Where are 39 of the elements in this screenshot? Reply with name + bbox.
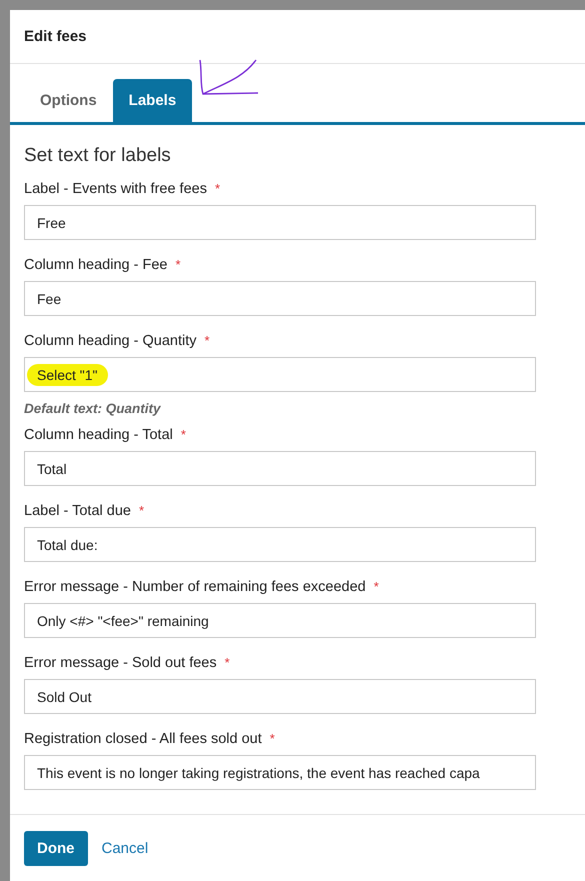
done-button[interactable]: Done	[24, 830, 88, 866]
required-marker: *	[214, 181, 220, 197]
field-value: Total	[37, 460, 67, 476]
field-label: Column heading - Quantity	[24, 333, 196, 349]
required-marker: *	[138, 503, 144, 519]
field-label: Registration closed - All fees sold out	[24, 731, 262, 747]
text-field[interactable]: Only <#> "<fee>" remaining	[24, 603, 536, 638]
text-field[interactable]: Total due:	[24, 527, 536, 562]
required-marker: *	[204, 333, 210, 349]
field-value: Sold Out	[37, 688, 92, 704]
field-label: Column heading - Fee	[24, 257, 168, 273]
cancel-link[interactable]: Cancel	[102, 840, 148, 856]
default-text-hint: Default text: Quantity	[24, 401, 162, 416]
field-label: Error message - Number of remaining fees exceeded	[24, 579, 366, 595]
text-field[interactable]: Select "1"	[24, 357, 536, 392]
field-value: Free	[37, 214, 66, 230]
field-label: Label - Events with free fees	[24, 181, 207, 197]
field-value: Fee	[37, 290, 62, 306]
tab[interactable]: Labels	[112, 79, 192, 122]
required-marker: *	[175, 257, 181, 273]
field-value: This event is no longer taking registrations, the event has reached capa	[37, 764, 480, 780]
field-label: Error message - Sold out fees	[24, 655, 217, 671]
text-field[interactable]: Total	[24, 451, 536, 486]
required-marker: *	[374, 579, 379, 595]
tab[interactable]: Options	[24, 79, 113, 122]
text-field[interactable]: Sold Out	[24, 679, 536, 714]
required-marker: *	[270, 731, 275, 747]
required-marker: *	[224, 655, 230, 671]
required-marker: *	[180, 427, 186, 443]
section-heading: Set text for labels	[24, 145, 172, 167]
highlighted-value: Select "1"	[27, 364, 108, 386]
field-value: Only <#> "<fee>" remaining	[37, 612, 209, 628]
dialog-title: Edit fees	[24, 28, 87, 45]
field-label: Column heading - Total	[24, 427, 173, 443]
field-value: Total due:	[37, 536, 98, 552]
text-field[interactable]: This event is no longer taking registrations, the event has reached capa	[24, 755, 536, 790]
text-field[interactable]: Free	[24, 205, 536, 240]
field-label: Label - Total due	[24, 503, 131, 519]
text-field[interactable]: Fee	[24, 281, 536, 316]
